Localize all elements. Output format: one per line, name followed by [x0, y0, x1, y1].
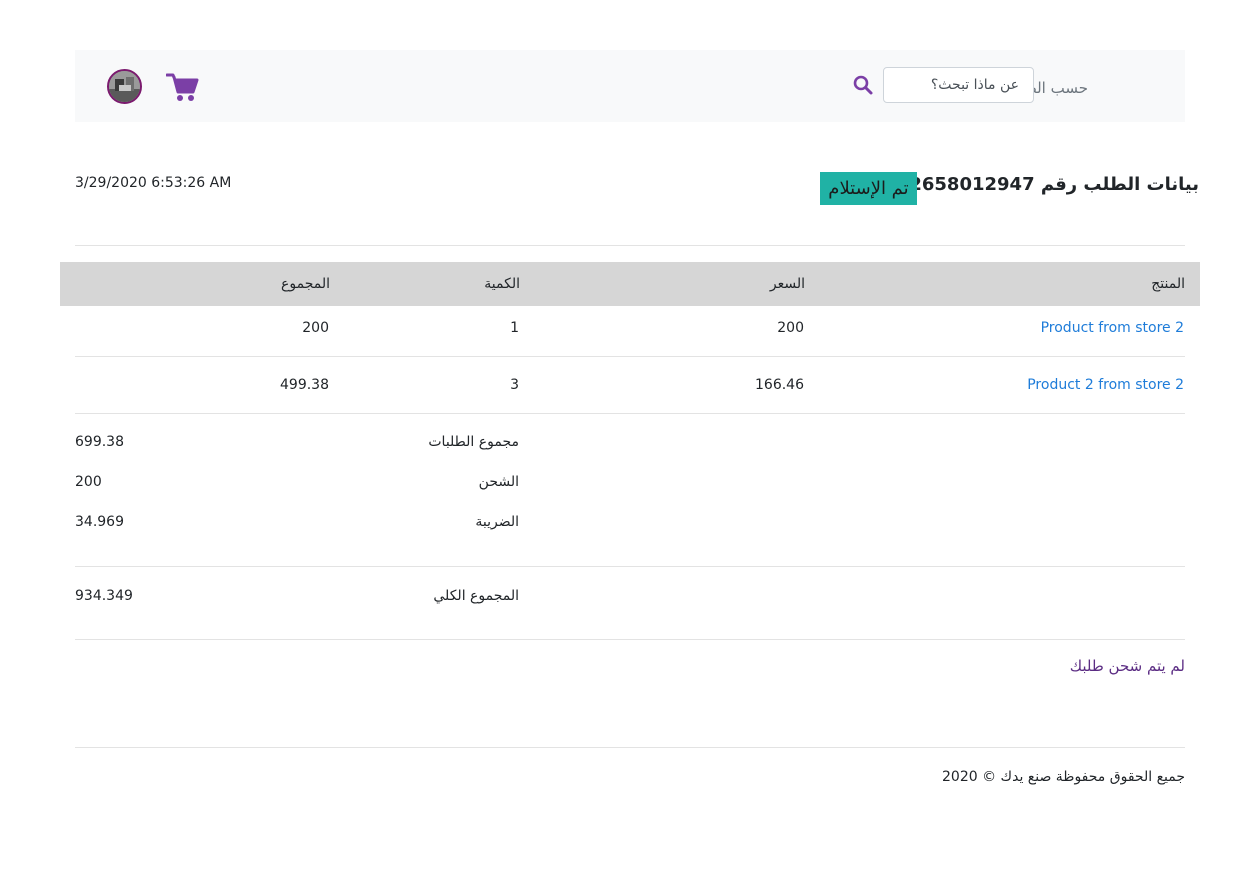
row-total: 499.38	[280, 377, 329, 393]
row-divider	[75, 413, 1185, 414]
tax-label: الضريبة	[475, 514, 519, 530]
subtotal-value: 699.38	[75, 434, 124, 450]
search-icon[interactable]	[852, 74, 874, 96]
shipping-status-message: لم يتم شحن طلبك	[1069, 657, 1185, 675]
shipping-label: الشحن	[478, 474, 519, 490]
footer-copyright: جميع الحقوق محفوظة صنع يدك © 2020	[942, 769, 1185, 785]
order-title: بيانات الطلب رقم OR2658012947	[880, 174, 1199, 195]
product-link[interactable]: Product 2 from store 2	[1027, 375, 1184, 395]
divider	[75, 639, 1185, 640]
tax-value: 34.969	[75, 514, 124, 530]
column-header-product: المنتج	[1151, 276, 1185, 292]
subtotal-label: مجموع الطلبات	[428, 434, 519, 450]
column-header-total: المجموع	[281, 276, 330, 292]
row-price: 166.46	[755, 377, 804, 393]
product-link[interactable]: Product from store 2	[1041, 318, 1184, 338]
order-status-badge: تم الإستلام	[820, 172, 917, 205]
row-total: 200	[302, 320, 329, 336]
row-divider	[75, 356, 1185, 357]
row-quantity: 1	[510, 320, 519, 336]
grand-total-value: 934.349	[75, 588, 133, 604]
avatar-image	[109, 71, 140, 102]
order-items-table-header: المنتج السعر الكمية المجموع	[60, 262, 1200, 306]
user-avatar[interactable]	[107, 69, 142, 104]
divider	[75, 245, 1185, 246]
search-input[interactable]	[883, 67, 1034, 103]
shipping-value: 200	[75, 474, 102, 490]
grand-total-label: المجموع الكلي	[433, 588, 519, 604]
order-date: 3/29/2020 6:53:26 AM	[75, 175, 232, 191]
top-navbar: حسب الصنف	[75, 50, 1185, 122]
divider	[75, 566, 1185, 567]
footer-divider	[75, 747, 1185, 748]
row-quantity: 3	[510, 377, 519, 393]
column-header-price: السعر	[769, 276, 805, 292]
shopping-cart-icon[interactable]	[166, 70, 200, 104]
row-price: 200	[777, 320, 804, 336]
column-header-quantity: الكمية	[484, 276, 520, 292]
